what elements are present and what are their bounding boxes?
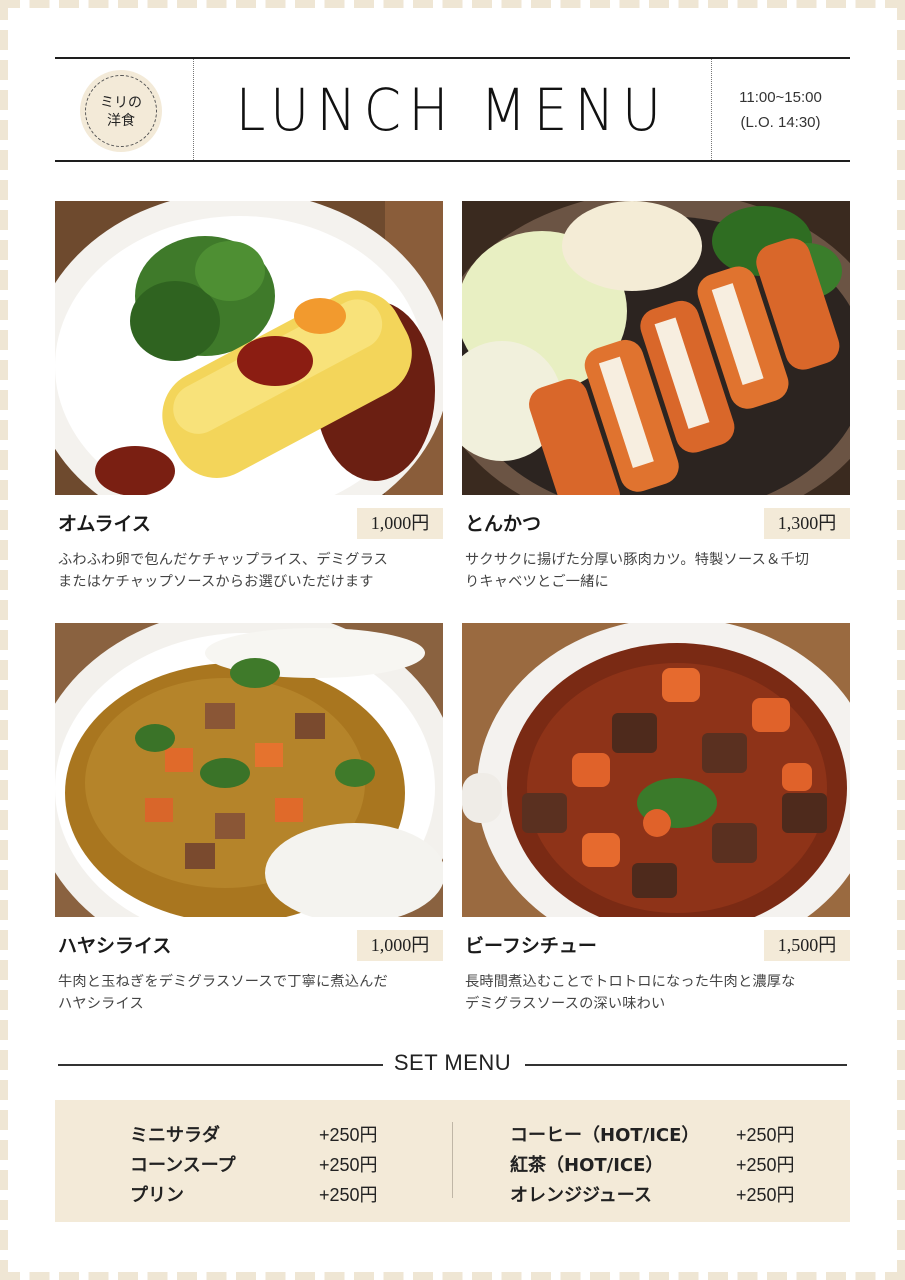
- logo-line-1: ミリの: [100, 95, 142, 111]
- description-line: 長時間煮込むことでトロトロになった牛肉と濃厚な: [465, 974, 796, 990]
- item-name: とんかつ: [465, 513, 542, 535]
- set-item-price: +250円: [736, 1185, 795, 1205]
- menu-item-beef-stew: ビーフシチュー 1,500円 長時間煮込むことでトロトロになった牛肉と濃厚な デ…: [462, 623, 850, 1023]
- menu-item-omurice: オムライス 1,000円 ふわふわ卵で包んだケチャップライス、デミグラス または…: [55, 201, 443, 601]
- menu-item-tonkatsu: とんかつ 1,300円 サクサクに揚げた分厚い豚肉カツ。特製ソース＆千切 りキャ…: [462, 201, 850, 601]
- set-item-price: +250円: [736, 1155, 795, 1175]
- set-item-price: +250円: [319, 1155, 378, 1175]
- set-item-price: +250円: [736, 1125, 795, 1145]
- set-menu-box: ミニサラダ +250円 コーンスープ +250円 プリン +250円 コーヒー（…: [55, 1100, 850, 1222]
- item-description: 牛肉と玉ねぎをデミグラスソースで丁寧に煮込んだ ハヤシライス: [58, 971, 443, 1015]
- item-name: ハヤシライス: [58, 935, 172, 957]
- set-menu-title: SET MENU: [393, 1050, 512, 1075]
- description-line: デミグラスソースの深い味わい: [465, 996, 666, 1012]
- description-line: またはケチャップソースからお選びいただけます: [58, 574, 374, 590]
- item-description: サクサクに揚げた分厚い豚肉カツ。特製ソース＆千切 りキャベツとご一緒に: [465, 549, 850, 593]
- description-line: サクサクに揚げた分厚い豚肉カツ。特製ソース＆千切: [465, 552, 810, 568]
- item-price: 1,000円: [357, 930, 443, 961]
- item-name: ビーフシチュー: [465, 935, 597, 957]
- item-name: オムライス: [58, 513, 151, 535]
- description-line: ハヤシライス: [58, 996, 144, 1012]
- logo-cell: ミリの 洋食: [55, 59, 194, 160]
- description-line: ふわふわ卵で包んだケチャップライス、デミグラス: [58, 552, 389, 568]
- set-item-name: コーヒー（HOT/ICE）: [510, 1125, 700, 1146]
- set-item-name: ミニサラダ: [130, 1125, 220, 1146]
- hayashi-rice-photo: [55, 623, 443, 917]
- set-menu-header: SET MENU: [55, 1050, 850, 1080]
- item-price: 1,500円: [764, 930, 850, 961]
- set-item-price: +250円: [319, 1185, 378, 1205]
- set-menu-divider: [452, 1122, 453, 1198]
- item-description: ふわふわ卵で包んだケチャップライス、デミグラス またはケチャップソースからお選び…: [58, 549, 443, 593]
- set-item-name: プリン: [130, 1185, 184, 1206]
- item-price: 1,000円: [357, 508, 443, 539]
- tonkatsu-photo: [462, 201, 850, 495]
- hours-cell: 11:00~15:00 (L.O. 14:30): [711, 59, 849, 160]
- item-price: 1,300円: [764, 508, 850, 539]
- opening-hours: 11:00~15:00: [739, 89, 822, 106]
- beef-stew-photo: [462, 623, 850, 917]
- divider-right: [525, 1064, 847, 1066]
- item-description: 長時間煮込むことでトロトロになった牛肉と濃厚な デミグラスソースの深い味わい: [465, 971, 850, 1015]
- restaurant-logo: ミリの 洋食: [80, 70, 162, 152]
- menu-item-hayashi-rice: ハヤシライス 1,000円 牛肉と玉ねぎをデミグラスソースで丁寧に煮込んだ ハヤ…: [55, 623, 443, 1023]
- logo-text: ミリの 洋食: [80, 94, 162, 130]
- description-line: りキャベツとご一緒に: [465, 574, 609, 590]
- set-item-name: コーンスープ: [130, 1155, 236, 1176]
- omurice-photo: [55, 201, 443, 495]
- logo-line-2: 洋食: [107, 113, 135, 129]
- set-item-name: オレンジジュース: [510, 1185, 652, 1206]
- page-title: LUNCH MENU: [235, 75, 669, 144]
- set-item-price: +250円: [319, 1125, 378, 1145]
- menu-header: ミリの 洋食 LUNCH MENU 11:00~15:00 (L.O. 14:3…: [55, 57, 850, 162]
- set-item-name: 紅茶（HOT/ICE）: [510, 1155, 664, 1176]
- last-order: (L.O. 14:30): [740, 114, 821, 131]
- description-line: 牛肉と玉ねぎをデミグラスソースで丁寧に煮込んだ: [58, 974, 388, 990]
